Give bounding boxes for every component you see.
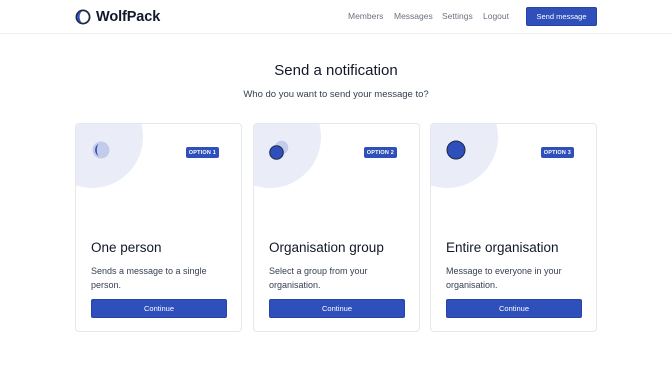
organisation-icon: [446, 140, 466, 160]
group-icon: [269, 140, 289, 160]
card-title: Organisation group: [269, 240, 384, 255]
option-card-one-person[interactable]: OPTION 1 One person Sends a message to a…: [75, 123, 242, 332]
continue-button[interactable]: Continue: [91, 299, 227, 318]
brand-name: WolfPack: [96, 9, 161, 25]
card-title: Entire organisation: [446, 240, 559, 255]
nav-link-messages[interactable]: Messages: [394, 11, 433, 22]
nav-link-settings[interactable]: Settings: [442, 11, 473, 22]
page-subtitle: Who do you want to send your message to?: [243, 89, 429, 100]
continue-button[interactable]: Continue: [269, 299, 405, 318]
continue-button[interactable]: Continue: [446, 299, 582, 318]
option-card-organisation-group[interactable]: OPTION 2 Organisation group Select a gro…: [253, 123, 420, 332]
card-description: Select a group from your organisation.: [269, 266, 368, 290]
single-person-icon: [92, 141, 110, 159]
wolfpack-logo-icon: [75, 9, 91, 25]
option-badge: OPTION 1: [185, 147, 219, 158]
page-title: Send a notification: [274, 62, 398, 79]
card-title: One person: [91, 240, 162, 255]
brand[interactable]: WolfPack: [75, 8, 160, 26]
top-navbar: WolfPack Members Messages Settings Logou…: [0, 0, 672, 34]
card-description: Message to everyone in your organisation…: [446, 266, 562, 290]
nav-link-logout[interactable]: Logout: [483, 11, 509, 22]
card-description: Sends a message to a single person.: [91, 266, 207, 290]
option-badge: OPTION 3: [540, 147, 574, 158]
option-card-entire-organisation[interactable]: OPTION 3 Entire organisation Message to …: [430, 123, 597, 332]
nav-link-members[interactable]: Members: [348, 11, 383, 22]
send-message-button[interactable]: Send message: [526, 7, 597, 26]
option-badge: OPTION 2: [363, 147, 397, 158]
